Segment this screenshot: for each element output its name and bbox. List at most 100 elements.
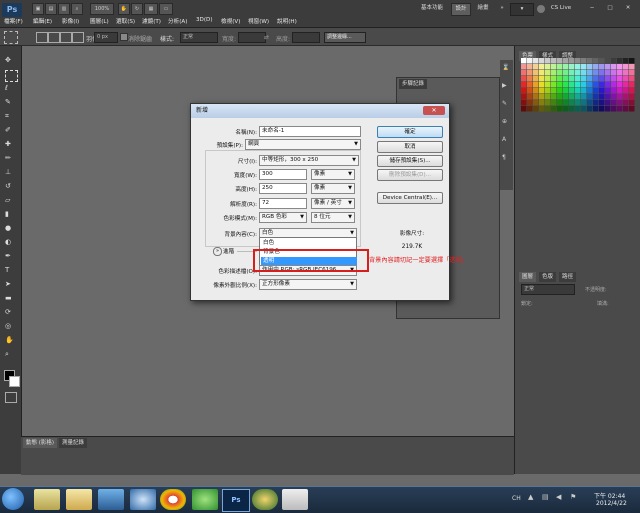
brush-tool-icon[interactable]: ✏ bbox=[5, 154, 16, 164]
swatch-cell[interactable] bbox=[563, 94, 569, 100]
swatch-cell[interactable] bbox=[605, 106, 611, 112]
marquee-tool-icon[interactable] bbox=[4, 31, 18, 44]
chrome-icon[interactable] bbox=[160, 489, 186, 510]
swatch-cell[interactable] bbox=[533, 76, 539, 82]
clone-stamp-icon[interactable]: ⊥ bbox=[5, 168, 16, 178]
clock-time[interactable]: 下午 02:44 bbox=[594, 491, 625, 500]
swatch-cell[interactable] bbox=[545, 106, 551, 112]
swatch-cell[interactable] bbox=[587, 70, 593, 76]
swatch-grid[interactable] bbox=[521, 58, 637, 118]
hand-icon[interactable]: ✋ bbox=[118, 3, 130, 15]
style-select[interactable]: 正常 bbox=[180, 32, 218, 43]
menu-edit[interactable]: 編輯(E) bbox=[33, 17, 52, 25]
swatch-cell[interactable] bbox=[545, 58, 551, 64]
blur-tool-icon[interactable]: ● bbox=[5, 224, 16, 234]
swatch-cell[interactable] bbox=[527, 94, 533, 100]
swatch-cell[interactable] bbox=[611, 88, 617, 94]
swatch-cell[interactable] bbox=[521, 64, 527, 70]
antialias-checkbox[interactable] bbox=[120, 33, 128, 41]
swatch-cell[interactable] bbox=[569, 94, 575, 100]
swatch-cell[interactable] bbox=[605, 64, 611, 70]
close-button[interactable]: ✕ bbox=[620, 3, 636, 14]
zoom-tool-icon[interactable]: ⌕ bbox=[71, 3, 83, 15]
new-selection-icon[interactable] bbox=[36, 32, 48, 43]
cslive-button[interactable]: CS Live bbox=[547, 3, 575, 14]
swatch-cell[interactable] bbox=[617, 82, 623, 88]
swatch-cell[interactable] bbox=[623, 94, 629, 100]
height-field[interactable] bbox=[292, 32, 320, 43]
shape-tool-icon[interactable]: ▬ bbox=[5, 294, 16, 304]
swatch-cell[interactable] bbox=[623, 106, 629, 112]
swatch-cell[interactable] bbox=[605, 76, 611, 82]
explorer-icon[interactable] bbox=[34, 489, 60, 510]
swatch-cell[interactable] bbox=[599, 100, 605, 106]
swatch-cell[interactable] bbox=[557, 94, 563, 100]
swatch-cell[interactable] bbox=[599, 76, 605, 82]
clone-source-icon[interactable]: ⊕ bbox=[502, 118, 511, 126]
swatch-cell[interactable] bbox=[623, 58, 629, 64]
swap-icon[interactable]: ⇄ bbox=[264, 34, 269, 41]
swatch-cell[interactable] bbox=[563, 106, 569, 112]
swatch-cell[interactable] bbox=[599, 94, 605, 100]
zoom-level[interactable]: 100% bbox=[90, 3, 114, 15]
swatch-cell[interactable] bbox=[551, 70, 557, 76]
swatch-cell[interactable] bbox=[557, 82, 563, 88]
dodge-tool-icon[interactable]: ◐ bbox=[5, 238, 16, 248]
quick-mask-icon[interactable] bbox=[5, 392, 17, 403]
swatch-cell[interactable] bbox=[551, 82, 557, 88]
swatch-cell[interactable] bbox=[629, 70, 635, 76]
swatch-cell[interactable] bbox=[605, 94, 611, 100]
dialog-titlebar[interactable]: 新增 bbox=[191, 104, 449, 118]
swatch-cell[interactable] bbox=[599, 82, 605, 88]
workspace-more[interactable]: » bbox=[497, 3, 507, 14]
swatch-cell[interactable] bbox=[533, 82, 539, 88]
swatch-cell[interactable] bbox=[521, 58, 527, 64]
screen-mode-icon[interactable]: ▭ bbox=[159, 3, 173, 15]
swatch-cell[interactable] bbox=[605, 100, 611, 106]
swatch-cell[interactable] bbox=[611, 70, 617, 76]
swatch-cell[interactable] bbox=[593, 94, 599, 100]
lasso-tool-icon[interactable]: ℓ bbox=[5, 84, 16, 94]
swatch-cell[interactable] bbox=[575, 70, 581, 76]
swatch-cell[interactable] bbox=[563, 88, 569, 94]
swatch-cell[interactable] bbox=[545, 82, 551, 88]
swatch-cell[interactable] bbox=[611, 106, 617, 112]
swatch-cell[interactable] bbox=[557, 106, 563, 112]
minibridge-icon[interactable]: ▤ bbox=[45, 3, 57, 15]
swatch-cell[interactable] bbox=[521, 88, 527, 94]
swatch-cell[interactable] bbox=[623, 70, 629, 76]
swatch-cell[interactable] bbox=[563, 82, 569, 88]
swatch-cell[interactable] bbox=[545, 94, 551, 100]
swatch-cell[interactable] bbox=[587, 94, 593, 100]
menu-filter[interactable]: 濾鏡(T) bbox=[142, 17, 161, 25]
swatch-cell[interactable] bbox=[611, 82, 617, 88]
swatch-cell[interactable] bbox=[611, 64, 617, 70]
swatch-cell[interactable] bbox=[617, 94, 623, 100]
swatch-cell[interactable] bbox=[587, 58, 593, 64]
swatch-cell[interactable] bbox=[563, 64, 569, 70]
swatch-cell[interactable] bbox=[617, 58, 623, 64]
character-icon[interactable]: A bbox=[502, 136, 511, 144]
height-unit-select[interactable]: 像素 ▼ bbox=[311, 183, 355, 194]
swatch-cell[interactable] bbox=[539, 106, 545, 112]
minimize-button[interactable]: − bbox=[584, 3, 600, 14]
swatch-cell[interactable] bbox=[593, 64, 599, 70]
swatch-cell[interactable] bbox=[551, 88, 557, 94]
workspace-painting[interactable]: 繪畫 bbox=[474, 3, 492, 14]
swatch-cell[interactable] bbox=[629, 76, 635, 82]
width-field[interactable] bbox=[238, 32, 266, 43]
swatch-cell[interactable] bbox=[521, 106, 527, 112]
workspace-design[interactable]: 設計 bbox=[451, 3, 471, 16]
language-indicator[interactable]: CH bbox=[512, 495, 521, 502]
swatch-cell[interactable] bbox=[581, 88, 587, 94]
subtract-selection-icon[interactable] bbox=[60, 32, 72, 43]
swatch-cell[interactable] bbox=[539, 64, 545, 70]
save-preset-button[interactable]: 儲存預設集(S)... bbox=[377, 155, 443, 167]
swatch-cell[interactable] bbox=[539, 70, 545, 76]
swatch-cell[interactable] bbox=[521, 82, 527, 88]
path-select-icon[interactable]: ➤ bbox=[5, 280, 16, 290]
swatch-cell[interactable] bbox=[527, 106, 533, 112]
swatch-cell[interactable] bbox=[521, 100, 527, 106]
swatch-cell[interactable] bbox=[533, 70, 539, 76]
swatch-cell[interactable] bbox=[629, 100, 635, 106]
